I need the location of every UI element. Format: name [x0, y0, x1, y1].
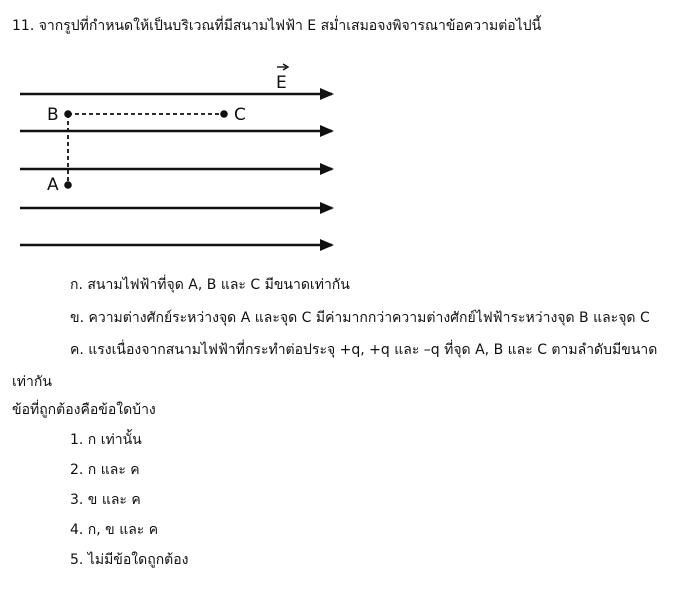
- point-a: [64, 181, 72, 189]
- statement-kho-khwai-continuation: เท่ากัน: [12, 374, 52, 390]
- point-c: [220, 110, 228, 118]
- answer-option-5[interactable]: 5. ไม่มีข้อใดถูกต้อง: [70, 550, 189, 570]
- answer-option-3[interactable]: 3. ข และ ค: [70, 490, 141, 510]
- electric-field-figure: E B C A: [20, 52, 342, 262]
- point-a-label: A: [47, 175, 59, 195]
- answer-option-1[interactable]: 1. ก เท่านั้น: [70, 430, 142, 450]
- field-label-e: E: [276, 73, 287, 93]
- point-b: [64, 110, 72, 118]
- statement-ko: ก. สนามไฟฟ้าที่จุด A, B และ C มีขนาดเท่า…: [70, 277, 350, 293]
- point-b-label: B: [47, 105, 59, 125]
- question-prompt: ข้อที่ถูกต้องคือข้อใดบ้าง: [12, 402, 156, 418]
- point-c-label: C: [234, 105, 246, 125]
- question-title: 11. จากรูปที่กำหนดให้เป็นบริเวณที่มีสนาม…: [12, 18, 542, 34]
- answer-option-2[interactable]: 2. ก และ ค: [70, 460, 140, 480]
- answer-option-4[interactable]: 4. ก, ข และ ค: [70, 520, 158, 540]
- field-diagram: E B C A: [20, 63, 334, 251]
- statement-kho-khwai: ค. แรงเนื่องจากสนามไฟฟ้าที่กระทำต่อประจุ…: [70, 342, 658, 358]
- statement-kho: ข. ความต่างศักย์ระหว่างจุด A และจุด C มี…: [70, 310, 650, 326]
